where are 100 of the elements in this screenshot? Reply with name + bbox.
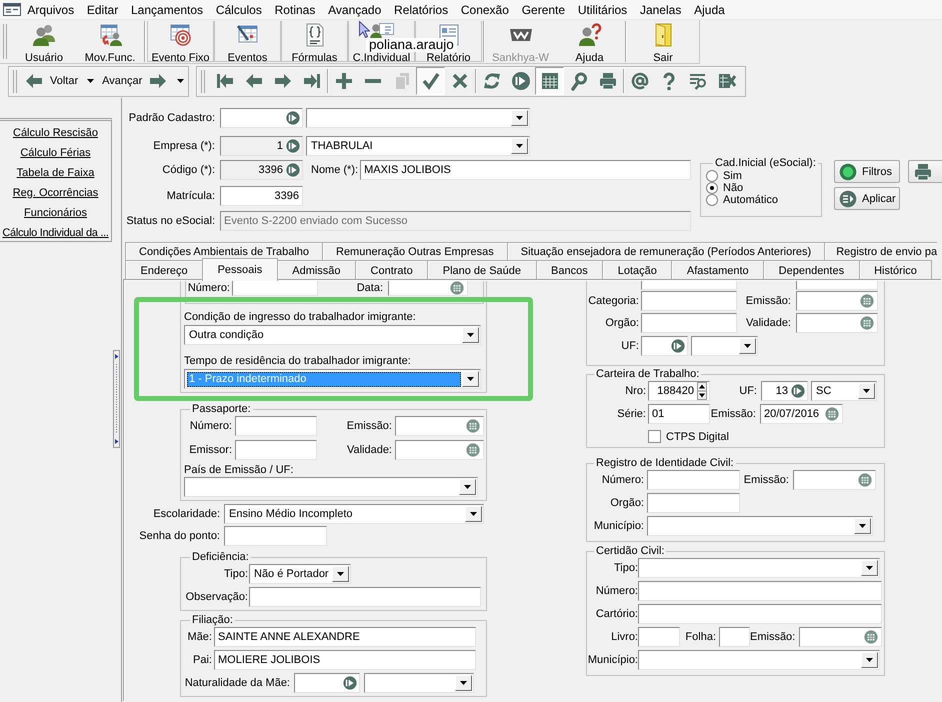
input-field[interactable]: 3396	[220, 186, 303, 206]
input-field[interactable]	[224, 526, 327, 546]
side-link[interactable]: Cálculo Individual da ...	[2, 223, 109, 243]
toolbar-button[interactable]: Ajuda	[555, 21, 624, 62]
dropdown-field[interactable]	[647, 516, 873, 536]
dropdown-button[interactable]	[462, 327, 479, 343]
window-icon[interactable]	[3, 3, 21, 16]
side-link[interactable]: Cálculo Rescisão	[13, 123, 98, 143]
play-circle-icon[interactable]	[791, 384, 805, 398]
lookup-field[interactable]	[294, 673, 360, 693]
dropdown-button[interactable]	[465, 506, 482, 522]
input-field[interactable]: SAINTE ANNE ALEXANDRE	[214, 627, 476, 647]
menu-item[interactable]: Editar	[80, 0, 125, 18]
side-link[interactable]: Cálculo Férias	[20, 143, 91, 163]
input-field[interactable]	[641, 291, 737, 311]
toolbar-button[interactable]: Eventos	[214, 21, 281, 62]
lookup-field[interactable]: 3396	[220, 160, 303, 180]
lookup-field[interactable]	[641, 336, 688, 356]
apply-button[interactable]: Aplicar	[834, 187, 900, 210]
input-field[interactable]: 01	[648, 404, 710, 424]
dropdown-field[interactable]	[691, 336, 758, 356]
menu-item[interactable]: Conexão	[454, 0, 516, 18]
dropdown-button[interactable]	[854, 518, 871, 534]
tab[interactable]: Situação ensejadora de remuneração (Períodos Anteriores)	[506, 242, 826, 260]
input-field[interactable]	[638, 604, 882, 624]
toolbar-button[interactable]: Fórmulas	[281, 21, 348, 62]
checkbox[interactable]	[648, 430, 661, 443]
tab[interactable]: Remuneração Outras Empresas	[322, 242, 508, 260]
dropdown-field[interactable]	[364, 673, 474, 693]
calendar-icon[interactable]	[825, 407, 839, 421]
menu-item[interactable]: Janelas	[634, 0, 688, 18]
date-field[interactable]: 20/07/2016	[760, 404, 843, 424]
dropdown-field[interactable]	[184, 477, 478, 497]
dropdown-field[interactable]	[638, 650, 880, 670]
date-field[interactable]	[796, 291, 878, 311]
tab[interactable]: Plano de Saúde	[427, 260, 537, 280]
toolbar-button[interactable]: Mov.Func.	[77, 21, 143, 62]
lookup-field[interactable]: 1	[220, 136, 303, 156]
dropdown-field[interactable]: Não é Portador	[249, 564, 351, 584]
menu-item[interactable]: Rotinas	[268, 0, 322, 18]
filter-button[interactable]: Filtros	[834, 160, 900, 183]
dropdown-field[interactable]	[306, 108, 530, 128]
tab[interactable]: Lotação	[602, 260, 672, 280]
play-circle-icon[interactable]	[286, 111, 300, 125]
tab[interactable]: Histórico	[858, 260, 932, 280]
tab[interactable]: Condições Ambientais de Trabalho	[125, 242, 323, 260]
tab[interactable]: Afastamento	[671, 260, 764, 280]
input-field[interactable]	[638, 581, 882, 601]
menu-item[interactable]: Utilitários	[571, 0, 634, 18]
dropdown-field[interactable]	[638, 558, 880, 578]
menu-item[interactable]: Lançamentos	[124, 0, 210, 18]
input-field[interactable]	[235, 440, 317, 460]
tab[interactable]: Registro de envio pa	[824, 242, 938, 260]
toolbar-button[interactable]: Usuário	[11, 21, 77, 62]
radio-button[interactable]	[706, 182, 718, 194]
menu-item[interactable]: Ajuda	[688, 0, 732, 18]
radio-button[interactable]	[706, 194, 718, 206]
calendar-icon[interactable]	[860, 316, 874, 330]
dropdown-button[interactable]	[739, 338, 756, 354]
radio-button[interactable]	[706, 170, 718, 182]
splitter-handle[interactable]	[113, 350, 120, 448]
dropdown-field[interactable]: Ensino Médio Incompleto	[224, 504, 484, 524]
calendar-icon[interactable]	[450, 281, 464, 295]
dropdown-field[interactable]: SC	[811, 381, 877, 401]
input-field[interactable]	[647, 470, 740, 490]
tab[interactable]: Endereço	[125, 260, 204, 280]
menu-item[interactable]: Relatórios	[388, 0, 454, 18]
forward-button[interactable]: Avançar	[100, 69, 170, 93]
menu-item[interactable]: Arquivos	[21, 0, 80, 18]
number-field[interactable]: 188420	[648, 381, 710, 401]
toolbar-button[interactable]	[535, 67, 564, 95]
menu-item[interactable]: Gerente	[515, 0, 572, 18]
play-circle-icon[interactable]	[286, 139, 300, 153]
caret-icon[interactable]	[87, 79, 94, 83]
dropdown-button[interactable]	[858, 383, 875, 399]
side-link[interactable]: Funcionários	[24, 203, 87, 223]
menu-item[interactable]: Cálculos	[209, 0, 268, 18]
toolbar-button[interactable]	[416, 67, 446, 95]
dropdown-field[interactable]: Outra condição	[184, 325, 481, 345]
tab[interactable]: Pessoais	[202, 258, 278, 281]
print-button[interactable]	[908, 160, 942, 183]
dropdown-button[interactable]	[511, 110, 528, 126]
dropdown-button[interactable]	[511, 138, 528, 154]
calendar-icon[interactable]	[860, 294, 874, 308]
tab[interactable]: Bancos	[536, 260, 604, 280]
side-link[interactable]: Tabela de Faixa	[16, 163, 94, 183]
date-field[interactable]	[796, 313, 878, 333]
dropdown-button[interactable]	[459, 479, 476, 495]
dropdown-button[interactable]	[861, 560, 878, 576]
input-field[interactable]	[719, 627, 750, 647]
dropdown-button[interactable]	[332, 566, 349, 582]
spinner-arrows-icon[interactable]	[697, 382, 707, 400]
date-field[interactable]	[793, 470, 876, 490]
input-field[interactable]	[235, 416, 317, 436]
play-circle-icon[interactable]	[286, 163, 300, 177]
dropdown-button[interactable]	[455, 675, 472, 691]
lookup-field[interactable]	[220, 108, 303, 128]
toolbar-button[interactable]: Evento Fixo	[147, 21, 214, 62]
caret-icon[interactable]	[177, 79, 184, 83]
date-field[interactable]	[395, 416, 484, 436]
